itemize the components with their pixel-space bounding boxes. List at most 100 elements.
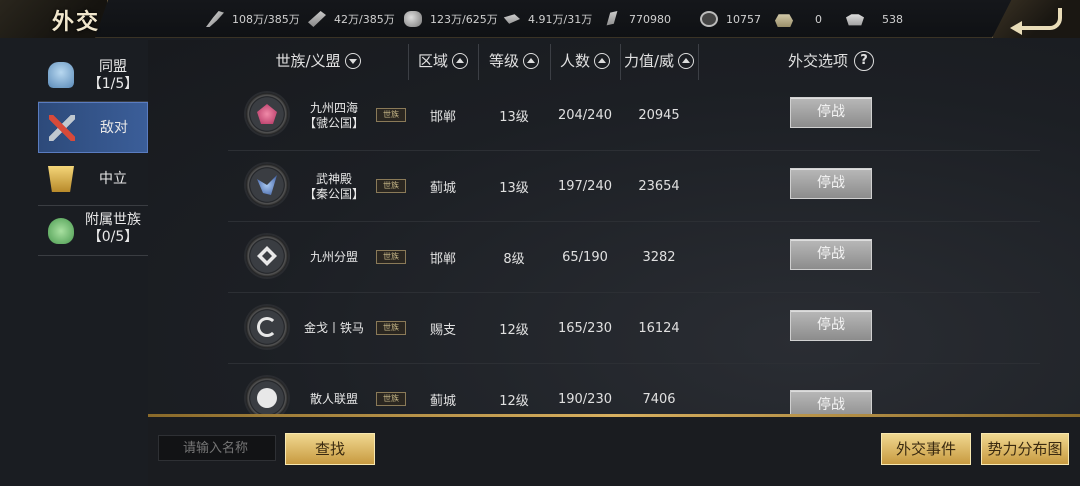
clan-emblem — [246, 377, 288, 418]
clan-tag: 世族 — [376, 250, 406, 264]
header-clan[interactable]: 世族/义盟 — [228, 50, 408, 71]
page-title: 外交 — [52, 9, 101, 35]
resource-value: 10757 — [726, 12, 761, 26]
clan-name: 九州分盟 — [309, 250, 358, 264]
sort-up-icon — [678, 52, 695, 69]
clan-emblem — [246, 306, 288, 348]
table-row[interactable]: 金戈丨铁马 世族 赐支 12级 165/230 16124 停战 — [228, 293, 1040, 364]
help-icon[interactable]: ? — [854, 50, 874, 71]
clan-name: 武神殿 【秦公国】 — [303, 171, 364, 201]
clan-emblem — [246, 164, 288, 206]
level-cell: 12级 — [499, 323, 529, 338]
resource-value: 4.91万/31万 — [528, 13, 593, 26]
resource-value: 538 — [882, 12, 903, 26]
sidebar-item-label: 同盟 【1/5】 — [87, 59, 139, 92]
region-cell: 邯郸 — [429, 110, 456, 125]
resource-gold: 0 — [775, 9, 822, 29]
clan-emblem — [246, 235, 288, 277]
clan-tag: 世族 — [376, 108, 406, 122]
power-map-button[interactable]: 势力分布图 — [981, 433, 1069, 465]
truce-button[interactable]: 停战 — [790, 239, 872, 270]
power-cell: 20945 — [638, 108, 680, 123]
gold-ingot-icon — [775, 14, 793, 27]
resource-value: 0 — [815, 12, 822, 26]
back-button[interactable] — [992, 0, 1080, 38]
level-cell: 12级 — [499, 394, 529, 409]
power-cell: 7406 — [642, 392, 676, 407]
clan-tag: 世族 — [376, 179, 406, 193]
clan-tag: 世族 — [376, 321, 406, 335]
resource-value: 123万/625万 — [430, 13, 498, 26]
vassal-icon — [48, 218, 74, 244]
seal-emblem-icon — [257, 388, 277, 408]
table-row[interactable]: 九州四海 【虢公国】 世族 邯郸 13级 204/240 20945 停战 — [228, 80, 1040, 151]
search-button[interactable]: 查找 — [285, 433, 375, 465]
grain-icon — [206, 11, 224, 27]
sort-up-icon — [523, 52, 539, 69]
sidebar-item-vassal[interactable]: 附属世族 【0/5】 — [38, 206, 148, 256]
members-cell: 165/230 — [557, 321, 612, 336]
region-cell: 邯郸 — [429, 252, 456, 267]
clan-name: 金戈丨铁马 — [303, 321, 364, 335]
bottom-bar: 查找 外交事件 势力分布图 — [148, 417, 1080, 486]
level-cell: 13级 — [499, 110, 529, 125]
region-cell: 蓟城 — [429, 181, 456, 196]
resource-silver: 538 — [846, 9, 903, 29]
power-cell: 23654 — [638, 179, 680, 194]
level-cell: 13级 — [499, 181, 529, 196]
neutral-flag-icon — [48, 166, 74, 192]
resource-value: 42万/385万 — [334, 13, 395, 26]
clan-name: 散人联盟 — [309, 392, 358, 406]
header-power[interactable]: 力值/威 — [620, 50, 698, 71]
power-cell: 3282 — [642, 250, 676, 265]
clan-tag: 世族 — [376, 392, 406, 406]
diplomacy-events-button[interactable]: 外交事件 — [881, 433, 971, 465]
table-header: 世族/义盟 区域 等级 人数 力值/威 外交选项? — [148, 40, 1080, 80]
truce-button[interactable]: 停战 — [790, 310, 872, 341]
clan-name: 九州四海 【虢公国】 — [303, 100, 364, 130]
sort-up-icon — [452, 52, 468, 69]
sort-down-icon — [344, 52, 361, 69]
swirl-emblem-icon — [257, 317, 277, 337]
clan-emblem — [246, 93, 288, 135]
crossed-swords-icon — [49, 115, 75, 141]
bird-emblem-icon — [257, 175, 277, 195]
sort-up-icon — [594, 52, 610, 69]
sidebar-item-neutral[interactable]: 中立 — [38, 154, 148, 206]
level-cell: 8级 — [503, 252, 525, 267]
sidebar-item-label: 敌对 — [100, 120, 128, 136]
coin-icon — [700, 11, 718, 27]
diamond-emblem-icon — [257, 246, 277, 266]
resource-coin: 10757 — [700, 9, 761, 29]
sidebar-item-alliance[interactable]: 同盟 【1/5】 — [38, 48, 148, 102]
resource-grain: 108万/385万 — [206, 9, 300, 29]
table-row[interactable]: 散人联盟 世族 蓟城 12级 190/230 7406 停战 — [228, 364, 1040, 418]
table-row[interactable]: 九州分盟 世族 邯郸 8级 65/190 3282 停战 — [228, 222, 1040, 293]
phoenix-emblem-icon — [257, 104, 277, 124]
power-cell: 16124 — [638, 321, 680, 336]
members-cell: 190/230 — [557, 392, 612, 407]
resource-iron: 4.91万/31万 — [502, 9, 592, 29]
resource-stone: 123万/625万 — [404, 9, 498, 29]
region-cell: 赐支 — [429, 323, 456, 338]
resource-value: 770980 — [629, 12, 671, 26]
header-members[interactable]: 人数 — [550, 50, 620, 71]
stone-icon — [404, 11, 422, 27]
region-cell: 蓟城 — [429, 394, 456, 409]
truce-button[interactable]: 停战 — [790, 168, 872, 199]
iron-icon — [503, 14, 520, 24]
ally-icon — [48, 62, 74, 88]
sidebar-item-hostile[interactable]: 敌对 — [38, 102, 148, 153]
wood-icon — [308, 11, 326, 27]
truce-button[interactable]: 停战 — [790, 97, 872, 128]
header-region[interactable]: 区域 — [408, 50, 478, 71]
resource-book: 770980 — [603, 9, 671, 29]
members-cell: 204/240 — [557, 108, 612, 123]
search-input[interactable] — [158, 435, 276, 461]
header-level[interactable]: 等级 — [478, 50, 550, 71]
table-row[interactable]: 武神殿 【秦公国】 世族 蓟城 13级 197/240 23654 停战 — [228, 151, 1040, 222]
resource-value: 108万/385万 — [232, 13, 300, 26]
sidebar-item-label: 中立 — [99, 171, 127, 187]
sidebar: 同盟 【1/5】 敌对 中立 附属世族 【0/5】 — [38, 40, 148, 260]
sidebar-item-label: 附属世族 【0/5】 — [85, 212, 141, 245]
